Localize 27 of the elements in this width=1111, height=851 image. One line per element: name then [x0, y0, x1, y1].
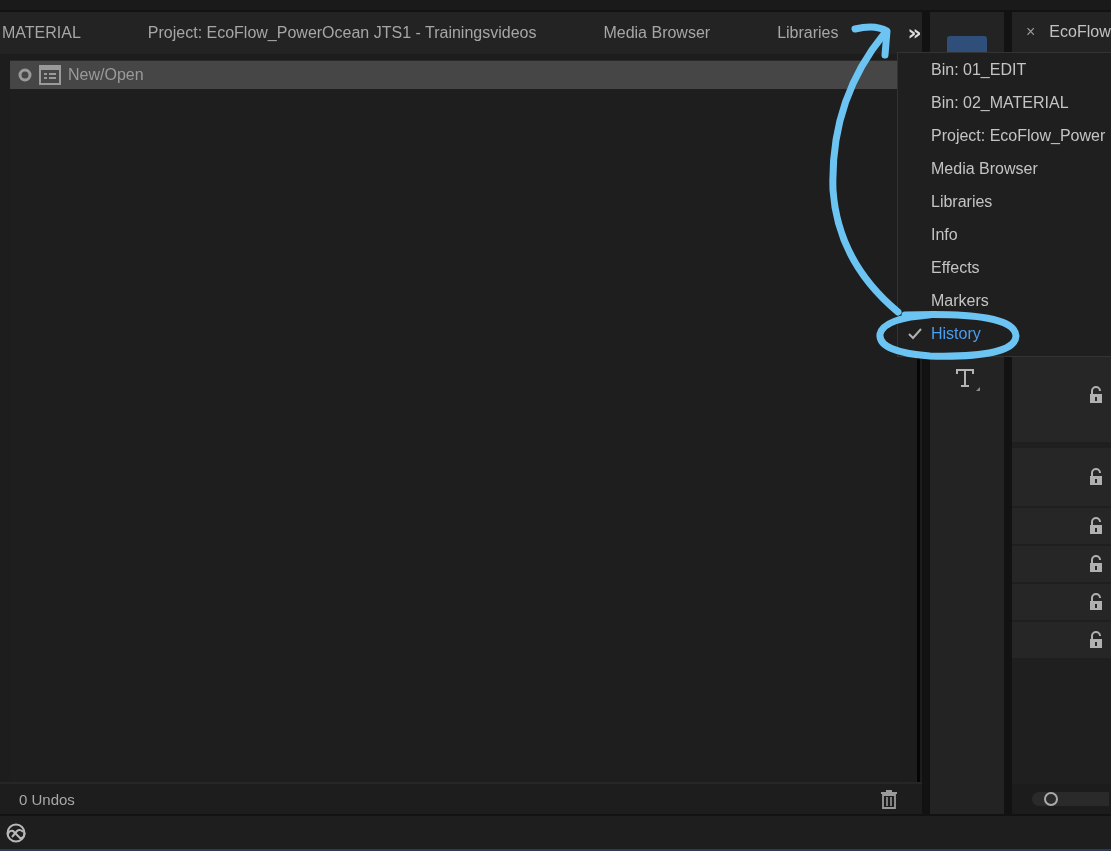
unlocked-lock-icon[interactable] [1088, 517, 1104, 535]
panel-overflow-button[interactable]: » [905, 22, 924, 44]
menu-item[interactable]: Info [898, 218, 1111, 251]
panel-tab[interactable]: MATERIAL [2, 24, 81, 42]
panel-tab[interactable]: Project: EcoFlow_PowerOcean JTS1 - Trainingsvideos [147, 24, 537, 42]
menu-item[interactable]: Markers [898, 284, 1111, 317]
unlocked-lock-icon[interactable] [1088, 631, 1104, 649]
history-item-label: New/Open [68, 66, 144, 84]
menu-item[interactable]: Bin: 02_MATERIAL [898, 86, 1111, 119]
menu-item[interactable]: Media Browser [898, 152, 1111, 185]
unlocked-lock-icon[interactable] [1088, 593, 1104, 611]
menu-item[interactable]: History [898, 317, 1111, 350]
document-icon [39, 65, 61, 85]
state-circle-icon [18, 68, 32, 82]
panel-tab[interactable]: Libraries [777, 24, 839, 42]
menu-item[interactable]: Effects [898, 251, 1111, 284]
zoom-scrollbar[interactable] [1032, 792, 1109, 806]
menu-item[interactable]: Bin: 01_EDIT [898, 53, 1111, 86]
check-icon [907, 327, 922, 340]
menu-item[interactable]: Project: EcoFlow_Power [898, 119, 1111, 152]
menu-item[interactable]: Libraries [898, 185, 1111, 218]
undo-count: 0 Undos [19, 790, 75, 808]
unlocked-lock-icon[interactable] [1088, 555, 1104, 573]
unlocked-lock-icon[interactable] [1088, 386, 1104, 404]
unlocked-lock-icon[interactable] [1088, 468, 1104, 486]
panel-tab[interactable]: Media Browser [603, 24, 711, 42]
trash-icon[interactable] [880, 789, 898, 809]
